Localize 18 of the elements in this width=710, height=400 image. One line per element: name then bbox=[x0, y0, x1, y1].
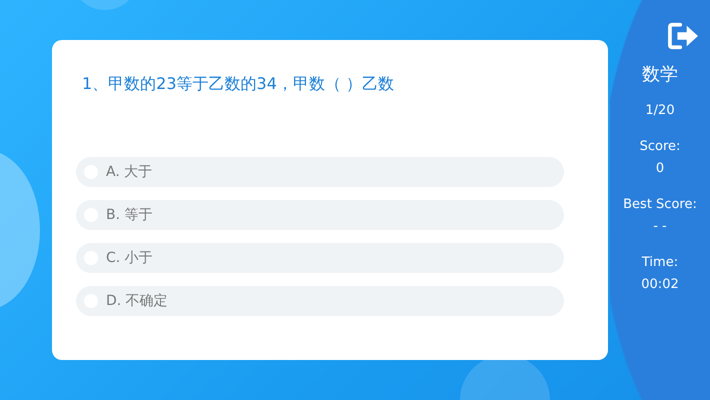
exit-icon[interactable] bbox=[667, 22, 699, 50]
question-counter: 1/20 bbox=[645, 102, 675, 120]
subject-title: 数学 bbox=[642, 64, 678, 86]
best-score-value: - - bbox=[653, 218, 667, 236]
option-label: D. 不确定 bbox=[106, 292, 168, 310]
score-label: Score: bbox=[640, 138, 680, 156]
answer-option[interactable]: A. 大于 bbox=[76, 157, 564, 187]
answer-option[interactable]: C. 小于 bbox=[76, 243, 564, 273]
time-label: Time: bbox=[642, 254, 678, 272]
answer-option[interactable]: D. 不确定 bbox=[76, 286, 564, 316]
time-value: 00:02 bbox=[641, 276, 679, 294]
score-value: 0 bbox=[656, 160, 664, 178]
option-label: A. 大于 bbox=[106, 163, 152, 181]
best-score-label: Best Score: bbox=[623, 196, 697, 214]
answer-option[interactable]: B. 等于 bbox=[76, 200, 564, 230]
option-label: C. 小于 bbox=[106, 249, 153, 267]
question-text: 1、甲数的23等于乙数的34，甲数（ ）乙数 bbox=[81, 74, 395, 95]
option-label: B. 等于 bbox=[106, 206, 153, 224]
